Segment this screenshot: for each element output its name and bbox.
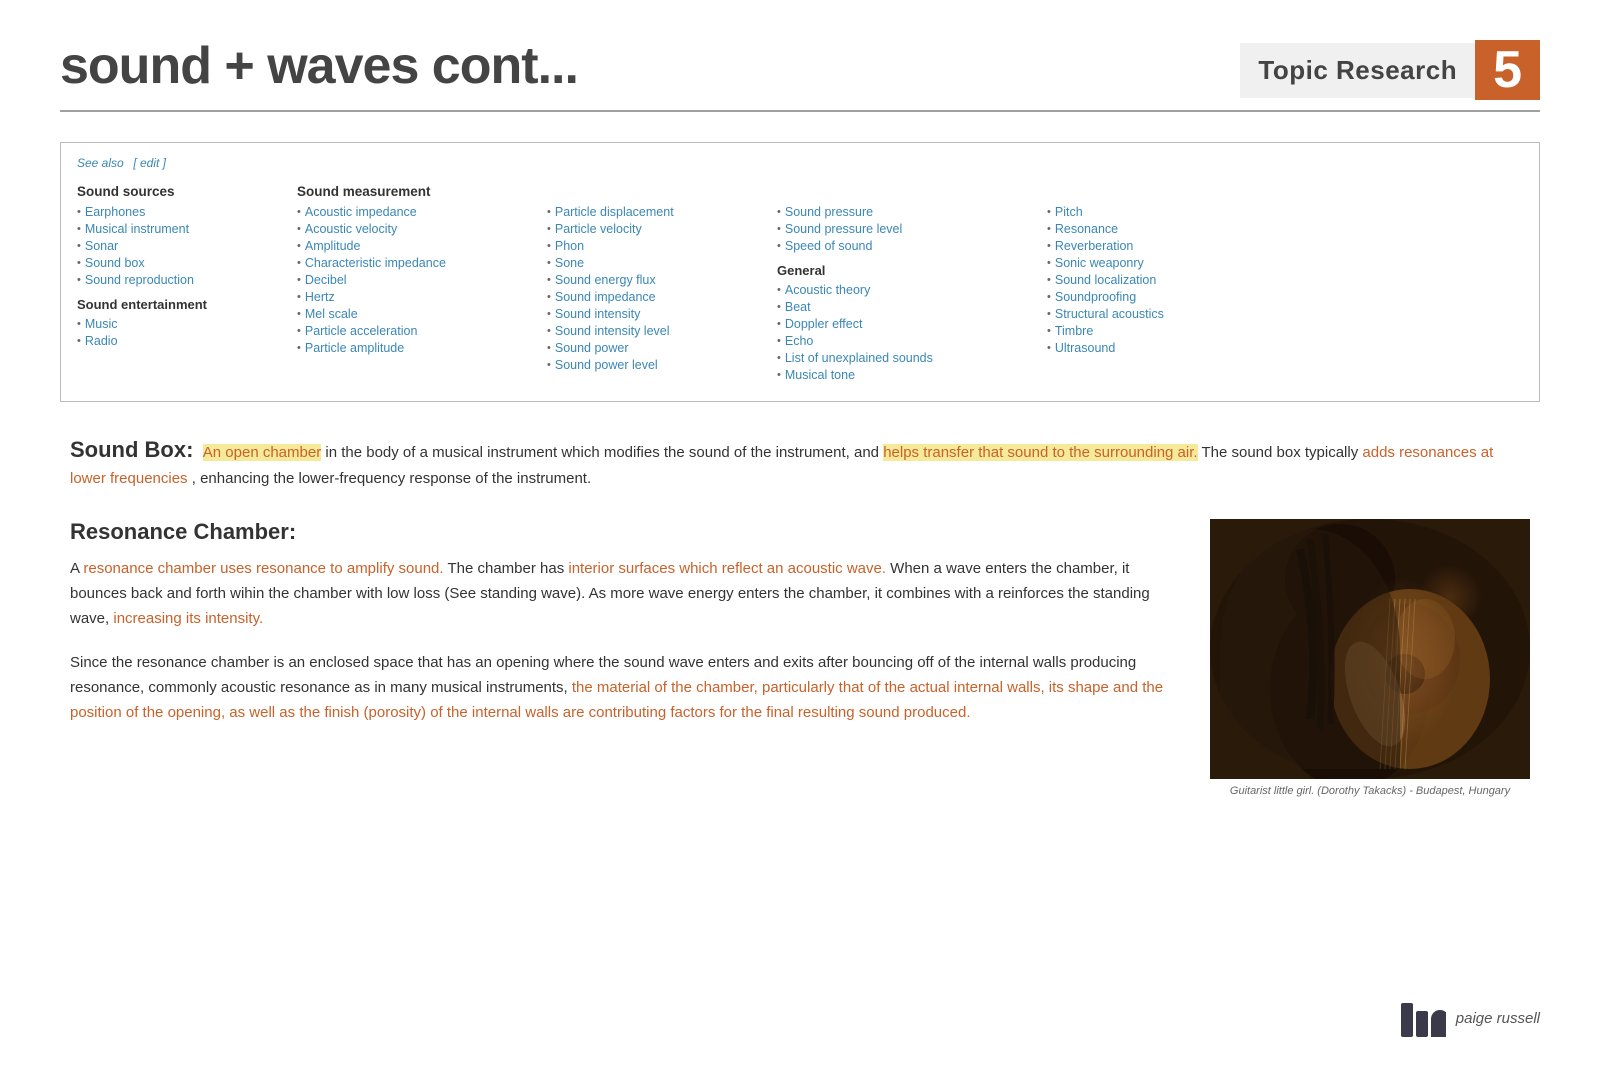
list-item[interactable]: Timbre bbox=[1047, 324, 1267, 338]
list-item[interactable]: Sonic weaponry bbox=[1047, 256, 1267, 270]
list-item[interactable]: Doppler effect bbox=[777, 317, 1027, 331]
list-item[interactable]: Earphones bbox=[77, 205, 277, 219]
list-item[interactable]: Sound impedance bbox=[547, 290, 757, 304]
list-item[interactable]: Sound intensity level bbox=[547, 324, 757, 338]
col-sound-sources: Sound sources Earphones Musical instrume… bbox=[77, 180, 277, 385]
list-item[interactable]: Hertz bbox=[297, 290, 527, 304]
res-highlight1: resonance chamber uses resonance to ampl… bbox=[83, 560, 443, 577]
list-item[interactable]: Echo bbox=[777, 334, 1027, 348]
list-item[interactable]: Acoustic impedance bbox=[297, 205, 527, 219]
res-highlight4: the material of the chamber, particularl… bbox=[70, 679, 1163, 721]
sound-box-title: Sound Box: bbox=[70, 437, 193, 462]
guitar-image bbox=[1210, 519, 1530, 779]
list-item[interactable]: Structural acoustics bbox=[1047, 307, 1267, 321]
list-item[interactable]: Sonar bbox=[77, 239, 277, 253]
see-also-label: See also bbox=[77, 156, 124, 170]
list-item[interactable]: Ultrasound bbox=[1047, 341, 1267, 355]
list-item[interactable]: Resonance bbox=[1047, 222, 1267, 236]
res-highlight3: increasing its intensity. bbox=[113, 610, 263, 627]
resonance-text: Resonance Chamber: A resonance chamber u… bbox=[70, 519, 1180, 797]
content-sections: Sound Box: An open chamber in the body o… bbox=[60, 432, 1540, 797]
col-subheader-entertainment: Sound entertainment bbox=[77, 297, 277, 312]
see-also-header: See also [ edit ] bbox=[77, 155, 1523, 170]
sound-sources-list: Earphones Musical instrument Sonar Sound… bbox=[77, 205, 277, 287]
list-item[interactable]: Sound reproduction bbox=[77, 273, 277, 287]
list-item[interactable]: Soundproofing bbox=[1047, 290, 1267, 304]
list-item[interactable]: List of unexplained sounds bbox=[777, 351, 1027, 365]
general-list: Acoustic theory Beat Doppler effect Echo… bbox=[777, 283, 1027, 382]
sound-box-section: Sound Box: An open chamber in the body o… bbox=[70, 432, 1530, 491]
list-item[interactable]: Speed of sound bbox=[777, 239, 1027, 253]
image-caption: Guitarist little girl. (Dorothy Takacks)… bbox=[1210, 785, 1530, 797]
res-highlight2: interior surfaces which reflect an acous… bbox=[568, 560, 886, 577]
list-item[interactable]: Sone bbox=[547, 256, 757, 270]
list-item[interactable]: Amplitude bbox=[297, 239, 527, 253]
resonance-title: Resonance Chamber: bbox=[70, 519, 1180, 545]
list-item[interactable]: Particle amplitude bbox=[297, 341, 527, 355]
logo-icon bbox=[1401, 999, 1446, 1037]
list-item[interactable]: Sound pressure bbox=[777, 205, 1027, 219]
list-item[interactable]: Sound localization bbox=[1047, 273, 1267, 287]
resonance-paragraph1: A resonance chamber uses resonance to am… bbox=[70, 557, 1180, 631]
header: sound + waves cont... Topic Research 5 bbox=[60, 40, 1540, 112]
list-item[interactable]: Decibel bbox=[297, 273, 527, 287]
col-header-measurement: Sound measurement bbox=[297, 184, 527, 199]
list-item[interactable]: Particle velocity bbox=[547, 222, 757, 236]
list-item[interactable]: Sound box bbox=[77, 256, 277, 270]
entertainment-list: Music Radio bbox=[77, 317, 277, 348]
page-title: sound + waves cont... bbox=[60, 40, 578, 92]
list-item[interactable]: Sound power level bbox=[547, 358, 757, 372]
list-item[interactable]: Sound energy flux bbox=[547, 273, 757, 287]
col-sound-measurement: Sound measurement Acoustic impedance Aco… bbox=[297, 180, 527, 385]
col-sound-pressure: — Sound pressure Sound pressure level Sp… bbox=[777, 180, 1027, 385]
sound-box-text1: in the body of a musical instrument whic… bbox=[325, 444, 883, 461]
sound-box-highlight1: An open chamber bbox=[203, 444, 321, 461]
list-item[interactable]: Beat bbox=[777, 300, 1027, 314]
topic-research-badge: Topic Research 5 bbox=[1240, 40, 1540, 100]
sound-box-text2: The sound box typically bbox=[1201, 444, 1362, 461]
list-item[interactable]: Characteristic impedance bbox=[297, 256, 527, 270]
sound-box-text3: , enhancing the lower-frequency response… bbox=[192, 470, 591, 487]
badge-number: 5 bbox=[1475, 40, 1540, 100]
col-subheader-general: General bbox=[777, 263, 1027, 278]
list-item[interactable]: Musical tone bbox=[777, 368, 1027, 382]
image-container: Guitarist little girl. (Dorothy Takacks)… bbox=[1210, 519, 1530, 797]
sound-box-highlight2: helps transfer that sound to the surroun… bbox=[883, 444, 1197, 461]
list-item[interactable]: Pitch bbox=[1047, 205, 1267, 219]
footer-name: paige russell bbox=[1456, 1010, 1540, 1027]
resonance-section: Resonance Chamber: A resonance chamber u… bbox=[70, 519, 1530, 797]
particle-list: Particle displacement Particle velocity … bbox=[547, 205, 757, 372]
col-pitch-resonance: — Pitch Resonance Reverberation Sonic we… bbox=[1047, 180, 1267, 385]
list-item[interactable]: Reverberation bbox=[1047, 239, 1267, 253]
pressure-list: Sound pressure Sound pressure level Spee… bbox=[777, 205, 1027, 253]
col-header-sound-sources: Sound sources bbox=[77, 184, 277, 199]
list-item[interactable]: Particle acceleration bbox=[297, 324, 527, 338]
pitch-list: Pitch Resonance Reverberation Sonic weap… bbox=[1047, 205, 1267, 355]
page: sound + waves cont... Topic Research 5 S… bbox=[0, 0, 1600, 1067]
list-item[interactable]: Particle displacement bbox=[547, 205, 757, 219]
list-item[interactable]: Radio bbox=[77, 334, 277, 348]
list-item[interactable]: Sound pressure level bbox=[777, 222, 1027, 236]
resonance-paragraph2: Since the resonance chamber is an enclos… bbox=[70, 651, 1180, 725]
footer-logo: paige russell bbox=[1401, 999, 1540, 1037]
list-item[interactable]: Music bbox=[77, 317, 277, 331]
list-item[interactable]: Mel scale bbox=[297, 307, 527, 321]
col-particle-sound: — Particle displacement Particle velocit… bbox=[547, 180, 757, 385]
badge-text: Topic Research bbox=[1240, 43, 1475, 98]
list-item[interactable]: Sound intensity bbox=[547, 307, 757, 321]
list-item[interactable]: Phon bbox=[547, 239, 757, 253]
see-also-section: See also [ edit ] Sound sources Earphone… bbox=[60, 142, 1540, 402]
edit-link[interactable]: [ edit ] bbox=[133, 156, 166, 170]
list-item[interactable]: Musical instrument bbox=[77, 222, 277, 236]
list-item[interactable]: Acoustic theory bbox=[777, 283, 1027, 297]
list-item[interactable]: Acoustic velocity bbox=[297, 222, 527, 236]
list-item[interactable]: Sound power bbox=[547, 341, 757, 355]
see-also-columns: Sound sources Earphones Musical instrume… bbox=[77, 180, 1523, 385]
measurement-list: Acoustic impedance Acoustic velocity Amp… bbox=[297, 205, 527, 355]
